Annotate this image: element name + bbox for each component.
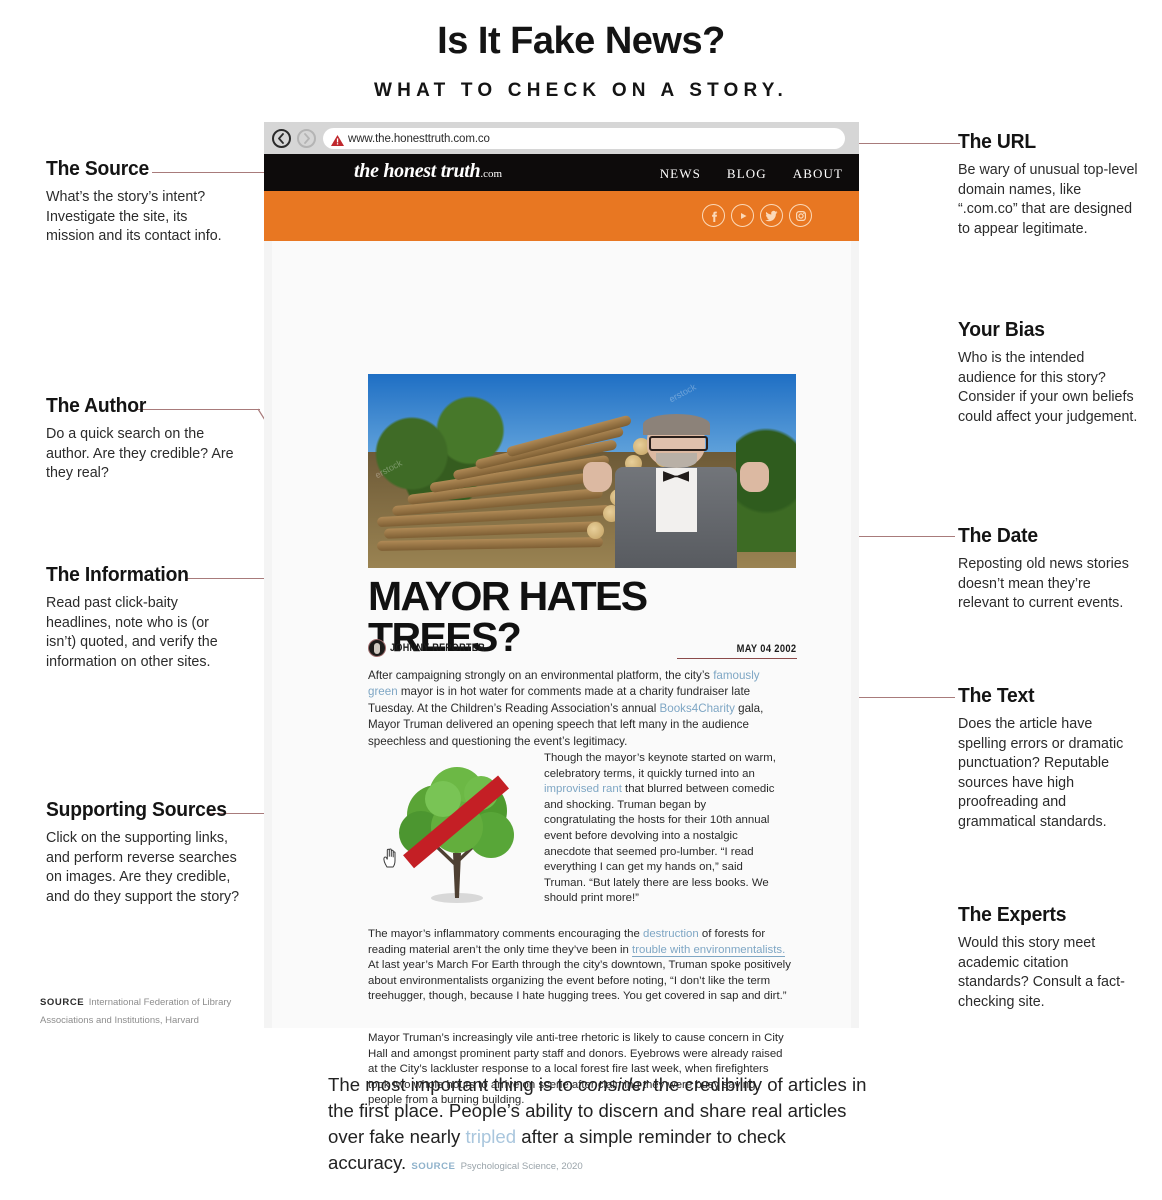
footer-text: The most important thing is to consider … bbox=[328, 1072, 868, 1180]
annotation-body: Do a quick search on the author. Are the… bbox=[46, 426, 234, 482]
source-label: SOURCE bbox=[40, 997, 85, 1008]
twitter-icon[interactable] bbox=[760, 204, 783, 227]
annotation-title: The Experts bbox=[958, 903, 1067, 926]
youtube-icon[interactable] bbox=[731, 204, 754, 227]
annotation-title: The Date bbox=[958, 524, 1038, 547]
avatar bbox=[368, 639, 386, 657]
annotation-body: Reposting old news stories doesn’t mean … bbox=[958, 556, 1129, 612]
footer-text-1: The most important thing is to bbox=[328, 1074, 579, 1095]
site-navbar: the honest truth.com NEWS BLOG ABOUT bbox=[264, 154, 859, 191]
annotation-title: The Author bbox=[46, 394, 147, 417]
col-text-1: Though the mayor’s keynote started on wa… bbox=[544, 752, 776, 780]
footer-highlight: tripled bbox=[465, 1126, 517, 1147]
site-page-body: erstock erstock MAYOR HATES TREES? JOHNN… bbox=[264, 241, 859, 1106]
annotation-body: Who is the intended audience for this st… bbox=[958, 350, 1138, 425]
footer-source-value: Psychological Science, 2020 bbox=[460, 1161, 583, 1172]
social-icons bbox=[702, 204, 812, 227]
facebook-icon[interactable] bbox=[702, 204, 725, 227]
annotation-body: Would this story meet academic citation … bbox=[958, 935, 1125, 1010]
annotation-title: The Text bbox=[958, 684, 1035, 707]
lead-link-books4charity[interactable]: Books4Charity bbox=[660, 702, 735, 715]
site-logo-text: the honest truth bbox=[354, 160, 481, 182]
annotation-body: Be wary of unusual top-level domain name… bbox=[958, 162, 1138, 237]
annotation-the-information: The Information Read past click-baity he… bbox=[46, 563, 242, 672]
page-header: Is It Fake News? WHAT TO CHECK ON A STOR… bbox=[0, 0, 1162, 102]
annotation-title: Your Bias bbox=[958, 318, 1045, 341]
page-subtitle: WHAT TO CHECK ON A STORY. bbox=[374, 80, 788, 101]
annotation-title: Supporting Sources bbox=[46, 798, 227, 821]
crossed-out-tree-image bbox=[399, 767, 514, 903]
annotation-supporting-sources: Supporting Sources Click on the supporti… bbox=[46, 798, 242, 907]
article-column-text: Though the mayor’s keynote started on wa… bbox=[544, 751, 780, 907]
site-logo[interactable]: the honest truth.com bbox=[354, 160, 502, 183]
annotation-title: The URL bbox=[958, 130, 1036, 153]
p3-link-destruction[interactable]: destruction bbox=[643, 928, 699, 940]
article-date-wrap: MAY 04 2002 bbox=[677, 639, 797, 660]
col-text-2: that blurred between comedic and shockin… bbox=[544, 783, 775, 905]
footer-conclusion: The most important thing is to consider … bbox=[328, 1072, 868, 1180]
annotation-the-source: The Source What’s the story’s intent? In… bbox=[46, 157, 236, 247]
article-date: MAY 04 2002 bbox=[736, 643, 796, 655]
lead-text-1: After campaigning strongly on an environ… bbox=[368, 669, 714, 682]
browser-chrome: www.the.honesttruth.com.co bbox=[264, 122, 859, 154]
annotation-the-experts: The Experts Would this story meet academ… bbox=[958, 903, 1138, 1012]
browser-window: www.the.honesttruth.com.co the honest tr… bbox=[264, 122, 859, 1106]
article-paragraph-3: The mayor’s inflammatory comments encour… bbox=[368, 927, 792, 1005]
p3-text-1: The mayor’s inflammatory comments encour… bbox=[368, 928, 643, 940]
p3-text-3: At last year’s March For Earth through t… bbox=[368, 959, 791, 1003]
footer-source-label: SOURCE bbox=[411, 1161, 456, 1172]
url-text: www.the.honesttruth.com.co bbox=[348, 132, 490, 145]
annotation-the-author: The Author Do a quick search on the auth… bbox=[46, 394, 236, 484]
annotation-body: What’s the story’s intent? Investigate t… bbox=[46, 189, 222, 245]
annotation-body: Read past click-baity headlines, note wh… bbox=[46, 595, 218, 670]
infographic-canvas: Is It Fake News? WHAT TO CHECK ON A STOR… bbox=[0, 0, 1162, 1200]
article-author: JOHNNY REPORTER bbox=[390, 642, 485, 654]
article-column-block: Though the mayor’s keynote started on wa… bbox=[368, 751, 792, 916]
nav-link-news[interactable]: NEWS bbox=[660, 166, 701, 182]
annotation-body: Click on the supporting links, and perfo… bbox=[46, 830, 240, 905]
site-logo-suffix: .com bbox=[480, 168, 503, 180]
col-link-improvised-rant[interactable]: improvised rant bbox=[544, 783, 622, 795]
left-source-note: SOURCE International Federation of Libra… bbox=[40, 992, 255, 1028]
page-title: Is It Fake News? bbox=[437, 20, 725, 62]
annotation-your-bias: Your Bias Who is the intended audience f… bbox=[958, 318, 1138, 427]
date-underline bbox=[677, 658, 797, 660]
annotation-title: The Source bbox=[46, 157, 150, 180]
annotation-the-url: The URL Be wary of unusual top-level dom… bbox=[958, 130, 1138, 239]
article-byline: JOHNNY REPORTER MAY 04 2002 bbox=[368, 639, 797, 661]
nav-link-about[interactable]: ABOUT bbox=[793, 166, 843, 182]
annotation-the-text: The Text Does the article have spelling … bbox=[958, 684, 1144, 833]
nav-link-blog[interactable]: BLOG bbox=[727, 166, 767, 182]
warning-triangle-icon bbox=[331, 133, 344, 146]
back-arrow-icon[interactable] bbox=[272, 129, 291, 148]
annotation-body: Does the article have spelling errors or… bbox=[958, 716, 1124, 830]
url-bar[interactable]: www.the.honesttruth.com.co bbox=[323, 128, 845, 149]
instagram-icon[interactable] bbox=[789, 204, 812, 227]
footer-italic: consider bbox=[578, 1074, 649, 1095]
site-orange-band bbox=[264, 191, 859, 241]
article-hero-image: erstock erstock bbox=[368, 374, 796, 568]
site-nav-links: NEWS BLOG ABOUT bbox=[660, 166, 843, 182]
annotation-title: The Information bbox=[46, 563, 189, 586]
hand-cursor-icon bbox=[383, 848, 396, 868]
mayor-photo-figure bbox=[583, 413, 770, 568]
p3-link-trouble-environmentalists[interactable]: trouble with environmentalists. bbox=[632, 943, 786, 957]
article-lead-paragraph: After campaigning strongly on an environ… bbox=[368, 668, 792, 750]
annotation-the-date: The Date Reposting old news stories does… bbox=[958, 524, 1138, 614]
forward-arrow-icon[interactable] bbox=[297, 129, 316, 148]
